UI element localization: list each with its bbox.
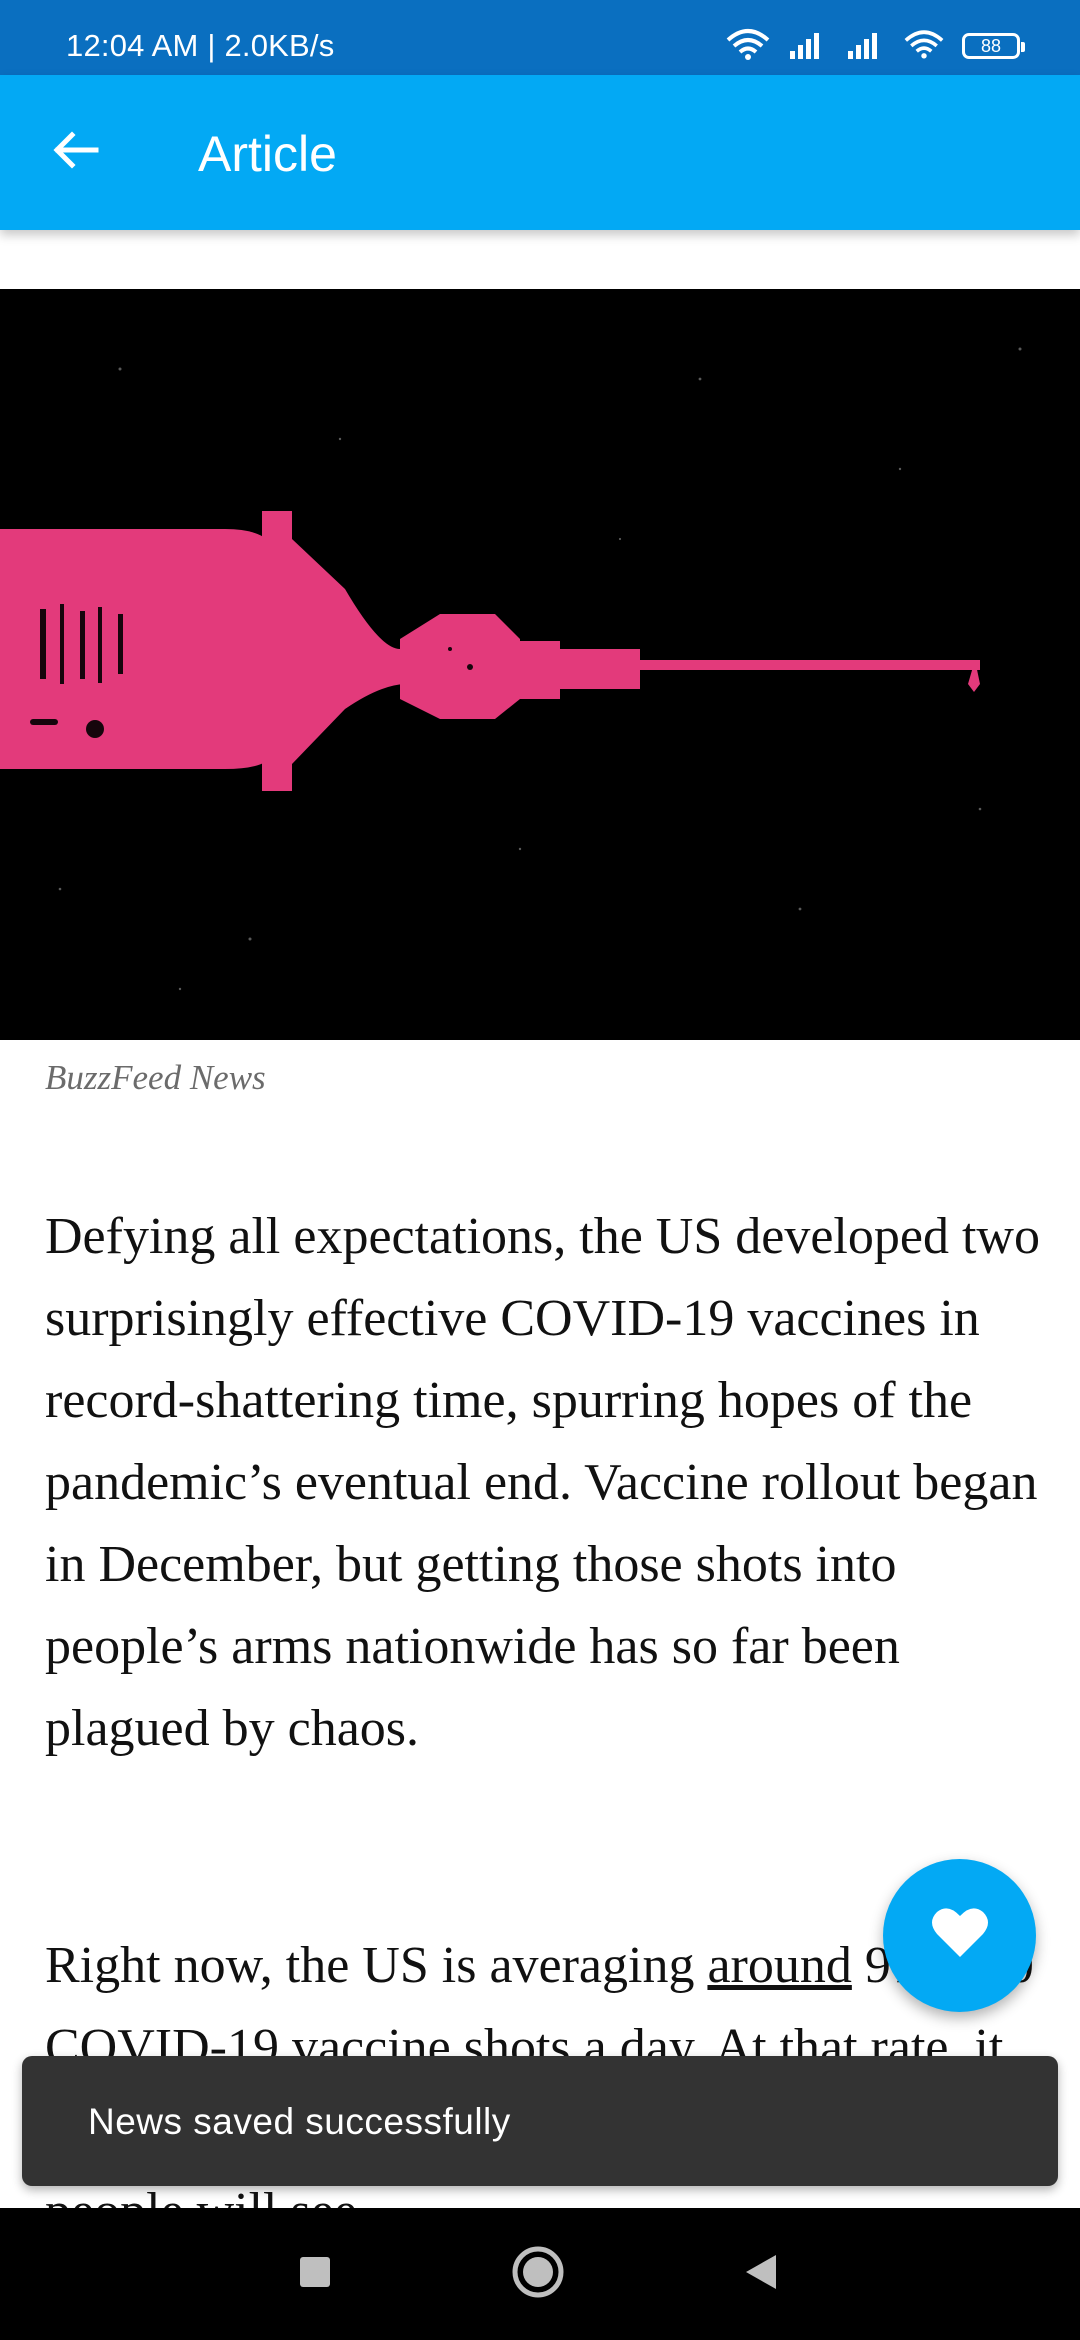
status-time: 12:04 AM | 2.0KB/s <box>66 28 335 63</box>
article-paragraph: Defying all expectations, the US develop… <box>45 1208 1040 1757</box>
heart-icon <box>931 1907 989 1964</box>
back-nav-button[interactable] <box>730 2244 790 2304</box>
back-button[interactable] <box>38 115 112 189</box>
battery-icon: 88 <box>962 33 1025 59</box>
triangle-back-icon <box>742 2253 778 2296</box>
paragraph-text: Right now, the US is averaging <box>45 1937 708 1994</box>
recents-button[interactable] <box>285 2244 345 2304</box>
circle-icon <box>511 2245 565 2304</box>
article-link[interactable]: around <box>707 1937 851 1994</box>
signal-icon <box>846 29 886 64</box>
navigation-bar <box>0 2208 1080 2340</box>
image-caption: BuzzFeed News <box>45 1058 266 1097</box>
wifi-icon <box>904 29 944 64</box>
article-image <box>0 289 1080 1040</box>
status-bar: 12:04 AM | 2.0KB/s 88 <box>0 0 1080 75</box>
battery-level: 88 <box>980 35 1002 56</box>
square-icon <box>299 2256 331 2293</box>
favorite-button[interactable] <box>883 1859 1036 2012</box>
arrow-left-icon <box>50 125 100 180</box>
status-icons: 88 <box>726 28 1025 65</box>
home-button[interactable] <box>505 2241 571 2307</box>
snackbar: News saved successfully <box>22 2056 1058 2186</box>
signal-icon <box>788 29 828 64</box>
app-bar: Article <box>0 75 1080 230</box>
snackbar-message: News saved successfully <box>88 2101 511 2142</box>
page-title: Article <box>198 126 337 182</box>
wifi-icon <box>726 28 770 65</box>
